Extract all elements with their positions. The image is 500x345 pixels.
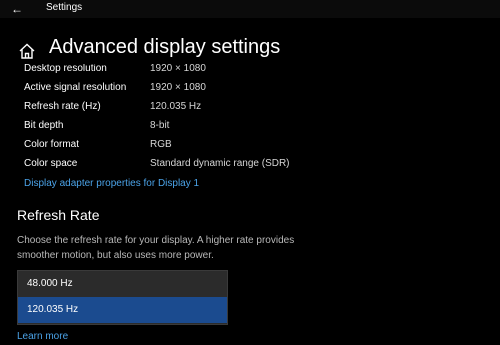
refresh-rate-option-120-selected[interactable]: 120.035 Hz	[18, 297, 227, 323]
info-label: Bit depth	[24, 120, 64, 131]
info-row-color-space: Color space Standard dynamic range (SDR)	[0, 157, 500, 173]
info-label: Refresh rate (Hz)	[24, 101, 101, 112]
info-label: Active signal resolution	[24, 82, 127, 93]
info-value: 1920 × 1080	[150, 82, 206, 93]
app-title: Settings	[46, 2, 83, 13]
info-row-refresh-rate: Refresh rate (Hz) 120.035 Hz	[0, 100, 500, 116]
info-label: Color space	[24, 158, 78, 169]
page-title: Advanced display settings	[49, 36, 281, 58]
learn-more-link[interactable]: Learn more	[17, 331, 68, 342]
refresh-rate-option-48[interactable]: 48.000 Hz	[18, 271, 227, 297]
info-row-desktop-resolution: Desktop resolution 1920 × 1080	[0, 64, 500, 78]
back-arrow-icon[interactable]: ←	[8, 1, 26, 17]
info-value: 1920 × 1080	[150, 64, 206, 74]
title-bar: ← Settings	[0, 0, 500, 18]
refresh-rate-description: Choose the refresh rate for your display…	[17, 235, 295, 261]
info-value: 120.035 Hz	[150, 101, 202, 112]
info-value: 8-bit	[150, 120, 170, 131]
refresh-rate-dropdown-list[interactable]: 48.000 Hz 120.035 Hz	[17, 270, 228, 325]
info-row-color-format: Color format RGB	[0, 138, 500, 154]
info-value: Standard dynamic range (SDR)	[150, 158, 290, 169]
info-label: Color format	[24, 139, 80, 150]
info-row-bit-depth: Bit depth 8-bit	[0, 119, 500, 135]
refresh-rate-heading: Refresh Rate	[17, 207, 100, 223]
display-adapter-properties-link[interactable]: Display adapter properties for Display 1	[24, 178, 199, 189]
home-icon	[19, 43, 35, 59]
info-label: Desktop resolution	[24, 64, 107, 74]
info-row-active-signal-resolution: Active signal resolution 1920 × 1080	[0, 81, 500, 97]
info-value: RGB	[150, 139, 172, 150]
